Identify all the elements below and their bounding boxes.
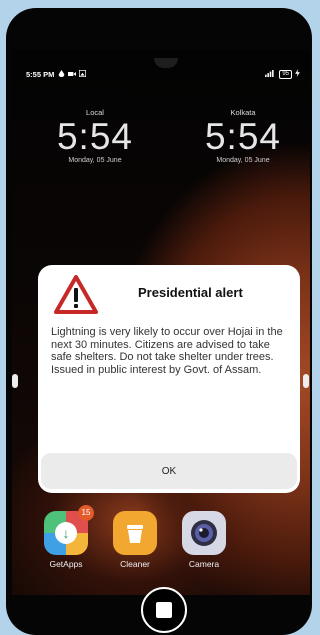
clock-kolkata-date: Monday, 05 June bbox=[216, 157, 270, 164]
status-bar: 5:55 PM 95 bbox=[26, 68, 306, 80]
download-arrow-icon: ↓ bbox=[55, 522, 77, 544]
getapps-icon: ↓ 15 bbox=[44, 505, 94, 555]
ok-button[interactable]: OK bbox=[41, 453, 297, 489]
clock-local: Local 5:54 Monday, 05 June bbox=[40, 108, 150, 164]
home-button[interactable] bbox=[141, 587, 187, 633]
video-icon bbox=[68, 70, 77, 79]
app-camera[interactable]: Camera bbox=[176, 511, 232, 569]
status-right-group: 95 bbox=[265, 69, 300, 79]
clock-kolkata-time: 5:54 bbox=[204, 116, 281, 157]
alert-title: Presidential alert bbox=[138, 285, 243, 300]
alert-message: Lightning is very likely to occur over H… bbox=[51, 326, 283, 376]
camera-icon bbox=[182, 511, 226, 555]
image-icon bbox=[79, 69, 87, 79]
app-getapps[interactable]: ↓ 15 GetApps bbox=[38, 505, 94, 569]
app-label-cleaner: Cleaner bbox=[120, 559, 150, 569]
battery-level: 95 bbox=[279, 69, 292, 79]
app-label-getapps: GetApps bbox=[49, 559, 83, 569]
app-cleaner[interactable]: Cleaner bbox=[107, 511, 163, 569]
presidential-alert-dialog: Presidential alert Lightning is very lik… bbox=[38, 265, 300, 493]
notification-icon bbox=[58, 69, 65, 79]
right-edge-handle bbox=[303, 374, 309, 388]
charging-icon bbox=[295, 69, 300, 79]
app-label-camera: Camera bbox=[188, 559, 220, 569]
signal-icon bbox=[265, 69, 276, 79]
status-time: 5:55 PM bbox=[26, 69, 55, 79]
clock-local-date: Monday, 05 June bbox=[68, 157, 122, 164]
left-edge-handle bbox=[12, 374, 18, 388]
trash-icon bbox=[113, 511, 157, 555]
warning-triangle-icon bbox=[54, 275, 98, 314]
clock-kolkata: Kolkata 5:54 Monday, 05 June bbox=[188, 108, 298, 164]
notification-badge: 15 bbox=[78, 505, 94, 521]
home-square-icon bbox=[156, 602, 172, 618]
clock-local-time: 5:54 bbox=[56, 116, 133, 157]
